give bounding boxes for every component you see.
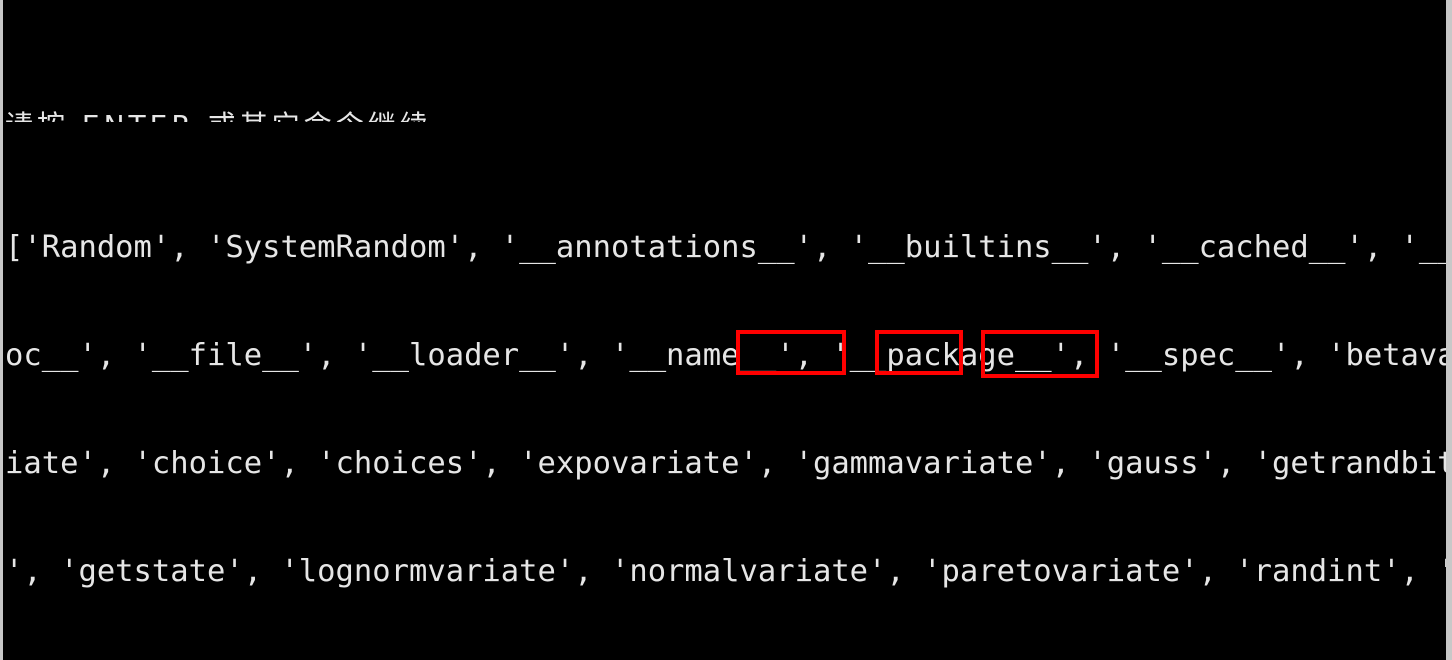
terminal-window[interactable]: 请按 ENTER 或其它命令继续 ['Random', 'SystemRando… — [0, 0, 1452, 660]
terminal-top-partial-line: 请按 ENTER 或其它命令继续 — [3, 108, 1446, 122]
terminal-line: oc__', '__file__', '__loader__', '__name… — [5, 338, 1452, 373]
terminal-line: iate', 'choice', 'choices', 'expovariate… — [5, 446, 1452, 481]
terminal-screen[interactable]: 请按 ENTER 或其它命令继续 ['Random', 'SystemRando… — [3, 0, 1446, 660]
terminal-line: ', 'getstate', 'lognormvariate', 'normal… — [5, 554, 1452, 589]
terminal-line: ['Random', 'SystemRandom', '__annotation… — [5, 230, 1452, 265]
